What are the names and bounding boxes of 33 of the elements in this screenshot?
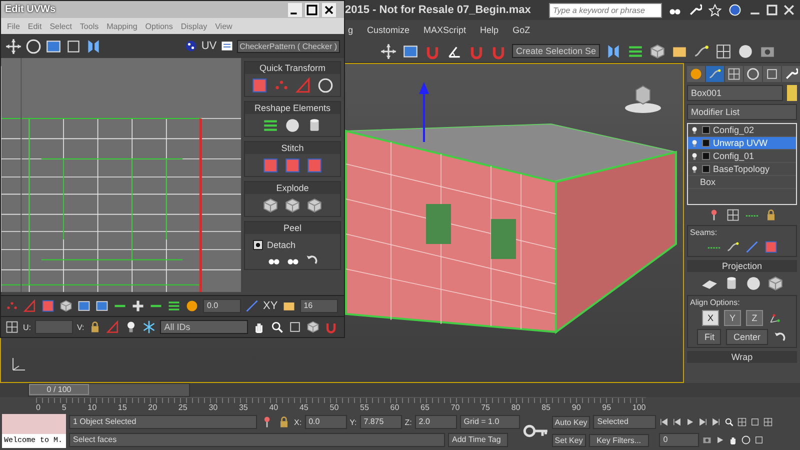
frame-label: 90	[572, 403, 581, 412]
u-label: U:	[23, 322, 31, 332]
frame-label: 95	[602, 403, 612, 412]
window-title: Edit UVWs	[5, 4, 56, 15]
frame-label: 0	[36, 403, 40, 412]
frame-label: 50	[330, 403, 339, 412]
group-label: Seams:	[690, 228, 718, 237]
frame-label: 80	[511, 403, 520, 412]
v-label: V:	[77, 322, 84, 332]
frame-label: 85	[542, 403, 551, 412]
grid-status: Grid = 1.0	[460, 415, 520, 429]
coordinate-label: Y:	[350, 418, 357, 426]
frame-label: 65	[420, 403, 430, 412]
frame-label: 15	[118, 403, 127, 412]
frame-label: 25	[178, 403, 188, 412]
group-label: Align Options:	[690, 298, 741, 307]
frame-label: 30	[208, 403, 218, 412]
coordinate-label: Z:	[404, 418, 412, 426]
frame-label: 35	[238, 403, 248, 412]
frame-label: 70	[450, 403, 460, 412]
prompt-text: Select faces	[69, 433, 445, 447]
window-title: 2015 - Not for Resale 07_Begin.max	[345, 4, 532, 16]
coordinate-label: X:	[294, 418, 302, 426]
frame-label: 5	[62, 403, 66, 412]
frame-label: 75	[481, 403, 490, 412]
selection-status: 1 Object Selected	[69, 415, 257, 429]
frame-label: 20	[148, 403, 158, 412]
frame-label: 55	[360, 403, 369, 412]
frame-label: 40	[269, 403, 278, 412]
frame-label: 45	[299, 403, 308, 412]
frame-label: 100	[632, 403, 646, 412]
frame-label: 60	[390, 403, 400, 412]
frame-label: 10	[88, 403, 97, 412]
